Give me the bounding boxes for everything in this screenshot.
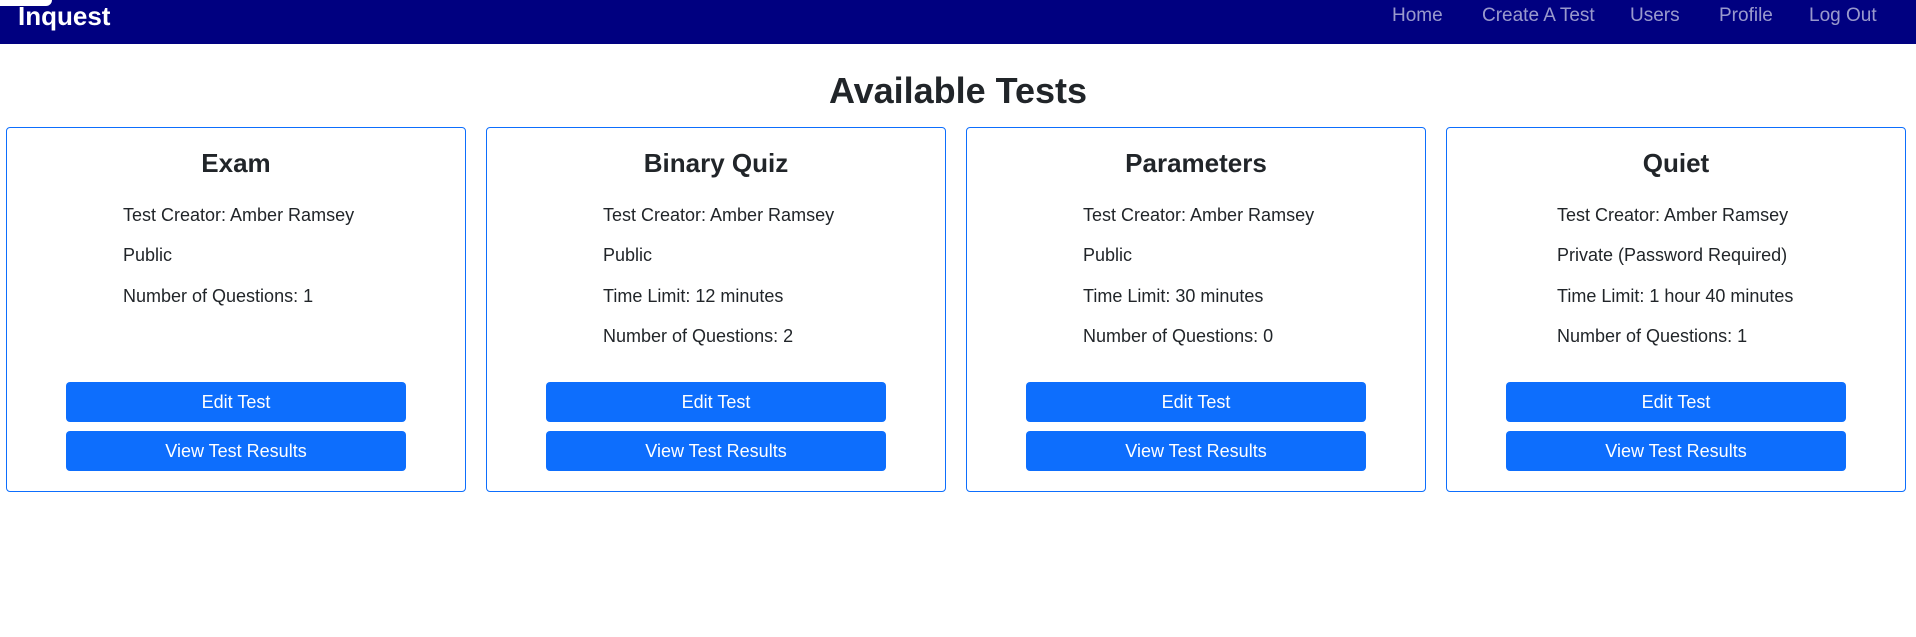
page-title: Available Tests [828, 70, 1088, 111]
view-test-results-button[interactable]: View Test Results [66, 431, 406, 471]
test-card-title: Exam [201, 148, 271, 178]
edit-test-button[interactable]: Edit Test [1506, 382, 1846, 422]
question-count: Number of Questions: 1 [123, 286, 314, 306]
time-limit: Time Limit: 1 hour 40 minutes [1557, 286, 1794, 306]
view-test-results-button[interactable]: View Test Results [546, 431, 886, 471]
nav-link-home[interactable]: Home [1392, 5, 1443, 27]
test-card: Quiet Test Creator: Amber Ramsey Private… [1446, 127, 1906, 492]
edit-test-button[interactable]: Edit Test [1026, 382, 1366, 422]
time-limit: Time Limit: 12 minutes [603, 286, 784, 306]
navbar: Inquest Home Create A Test Users Profile… [0, 0, 1916, 44]
test-card: Parameters Test Creator: Amber Ramsey Pu… [966, 127, 1426, 492]
test-visibility: Public [603, 245, 653, 265]
question-count: Number of Questions: 1 [1557, 326, 1748, 346]
edit-test-button[interactable]: Edit Test [66, 382, 406, 422]
test-card: Exam Test Creator: Amber Ramsey Public N… [6, 127, 466, 492]
nav-link-profile[interactable]: Profile [1719, 5, 1773, 27]
test-visibility: Public [1083, 245, 1133, 265]
view-test-results-button[interactable]: View Test Results [1506, 431, 1846, 471]
test-card: Binary Quiz Test Creator: Amber Ramsey P… [486, 127, 946, 492]
question-count: Number of Questions: 0 [1083, 326, 1274, 346]
test-creator: Test Creator: Amber Ramsey [123, 205, 355, 225]
test-creator: Test Creator: Amber Ramsey [1557, 205, 1789, 225]
nav-link-create-test[interactable]: Create A Test [1482, 5, 1595, 27]
question-count: Number of Questions: 2 [603, 326, 794, 346]
view-test-results-button[interactable]: View Test Results [1026, 431, 1366, 471]
test-creator: Test Creator: Amber Ramsey [603, 205, 835, 225]
test-card-title: Binary Quiz [643, 148, 789, 178]
test-visibility: Public [123, 245, 173, 265]
edit-test-button[interactable]: Edit Test [546, 382, 886, 422]
test-card-title: Parameters [1125, 148, 1267, 178]
brand-logo[interactable]: Inquest [18, 0, 110, 33]
test-visibility: Private (Password Required) [1557, 245, 1788, 265]
nav-link-log-out[interactable]: Log Out [1809, 5, 1877, 27]
test-creator: Test Creator: Amber Ramsey [1083, 205, 1315, 225]
nav-link-users[interactable]: Users [1630, 5, 1680, 27]
test-cards: Exam Test Creator: Amber Ramsey Public N… [6, 127, 1906, 492]
test-card-title: Quiet [1642, 148, 1710, 178]
time-limit: Time Limit: 30 minutes [1083, 286, 1264, 306]
